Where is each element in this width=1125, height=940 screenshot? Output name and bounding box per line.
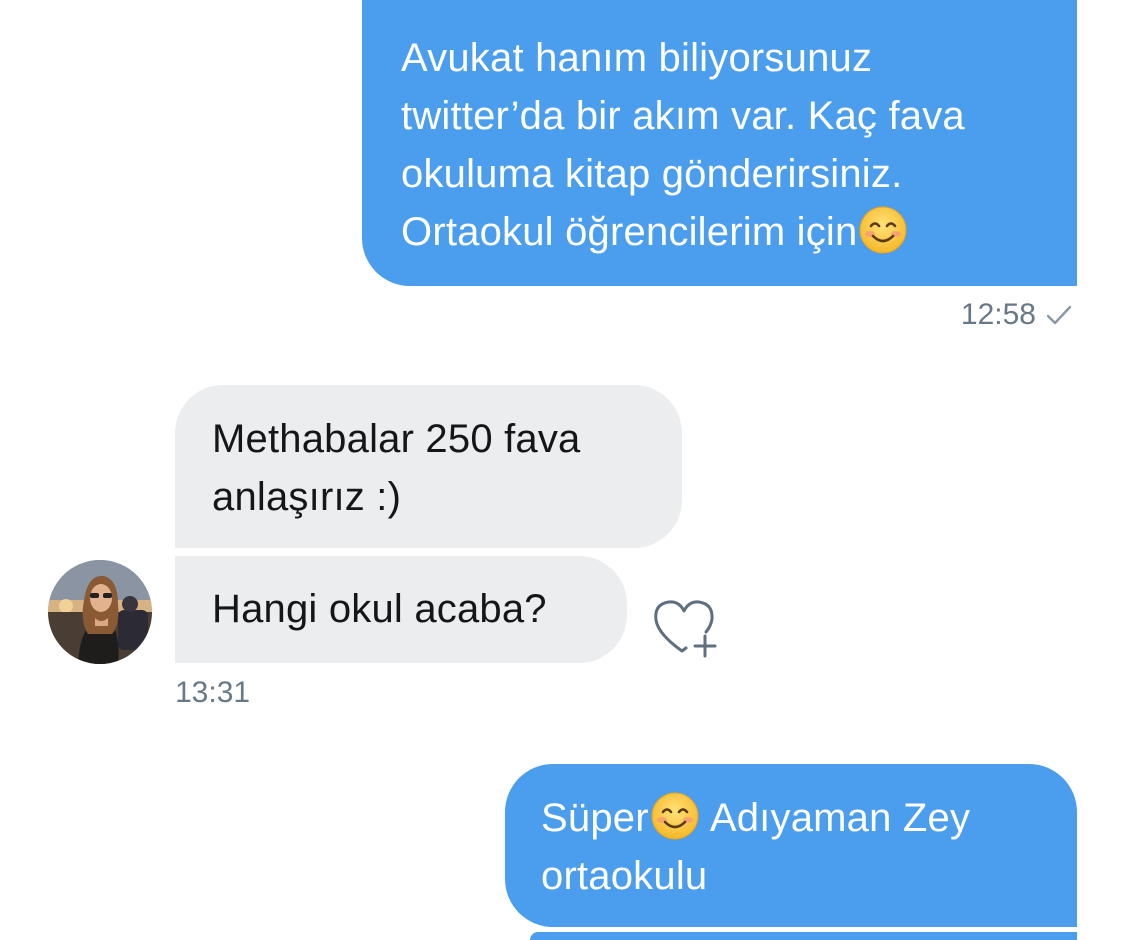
message-line: Adıyaman Zey (700, 796, 971, 840)
message-line: anlaşırız :) (212, 475, 402, 519)
avatar-photo (48, 560, 152, 664)
message-line: Süper (541, 796, 649, 840)
avatar[interactable] (48, 560, 152, 664)
outgoing-message-bubble[interactable]: Avukat hanım biliyorsunuz twitter’da bir… (362, 0, 1077, 286)
message-timestamp: 13:31 (175, 676, 250, 710)
smiling-face-icon (859, 206, 907, 254)
message-line: Avukat hanım biliyorsunuz (401, 36, 873, 80)
message-line: Ortaokul öğrencilerim için (401, 210, 858, 254)
message-line-with-emoji: Ortaokul öğrencilerim için (401, 203, 1077, 261)
incoming-message-bubble[interactable]: Hangi okul acaba? (175, 556, 627, 663)
message-line-with-emoji: Süper Adıyaman Zey (541, 789, 1077, 847)
message-line: Hangi okul acaba? (212, 587, 547, 631)
message-line: Methabalar 250 fava (212, 417, 581, 461)
next-message-edge (530, 932, 1077, 940)
message-timestamp: 12:58 (961, 298, 1072, 332)
incoming-message-bubble[interactable]: Methabalar 250 fava anlaşırız :) (175, 385, 682, 548)
outgoing-message-bubble[interactable]: Süper Adıyaman Zey ortaokulu (505, 764, 1077, 927)
like-button[interactable] (648, 596, 722, 660)
message-line: okuluma kitap gönderirsiniz. (401, 152, 903, 196)
sent-check-icon (1046, 305, 1072, 325)
message-line: ortaokulu (541, 854, 708, 898)
smiling-face-icon (651, 792, 699, 840)
timestamp-text: 13:31 (175, 676, 251, 709)
timestamp-text: 12:58 (960, 298, 1036, 331)
message-line: twitter’da bir akım var. Kaç fava (401, 94, 965, 138)
heart-plus-icon (654, 600, 717, 658)
